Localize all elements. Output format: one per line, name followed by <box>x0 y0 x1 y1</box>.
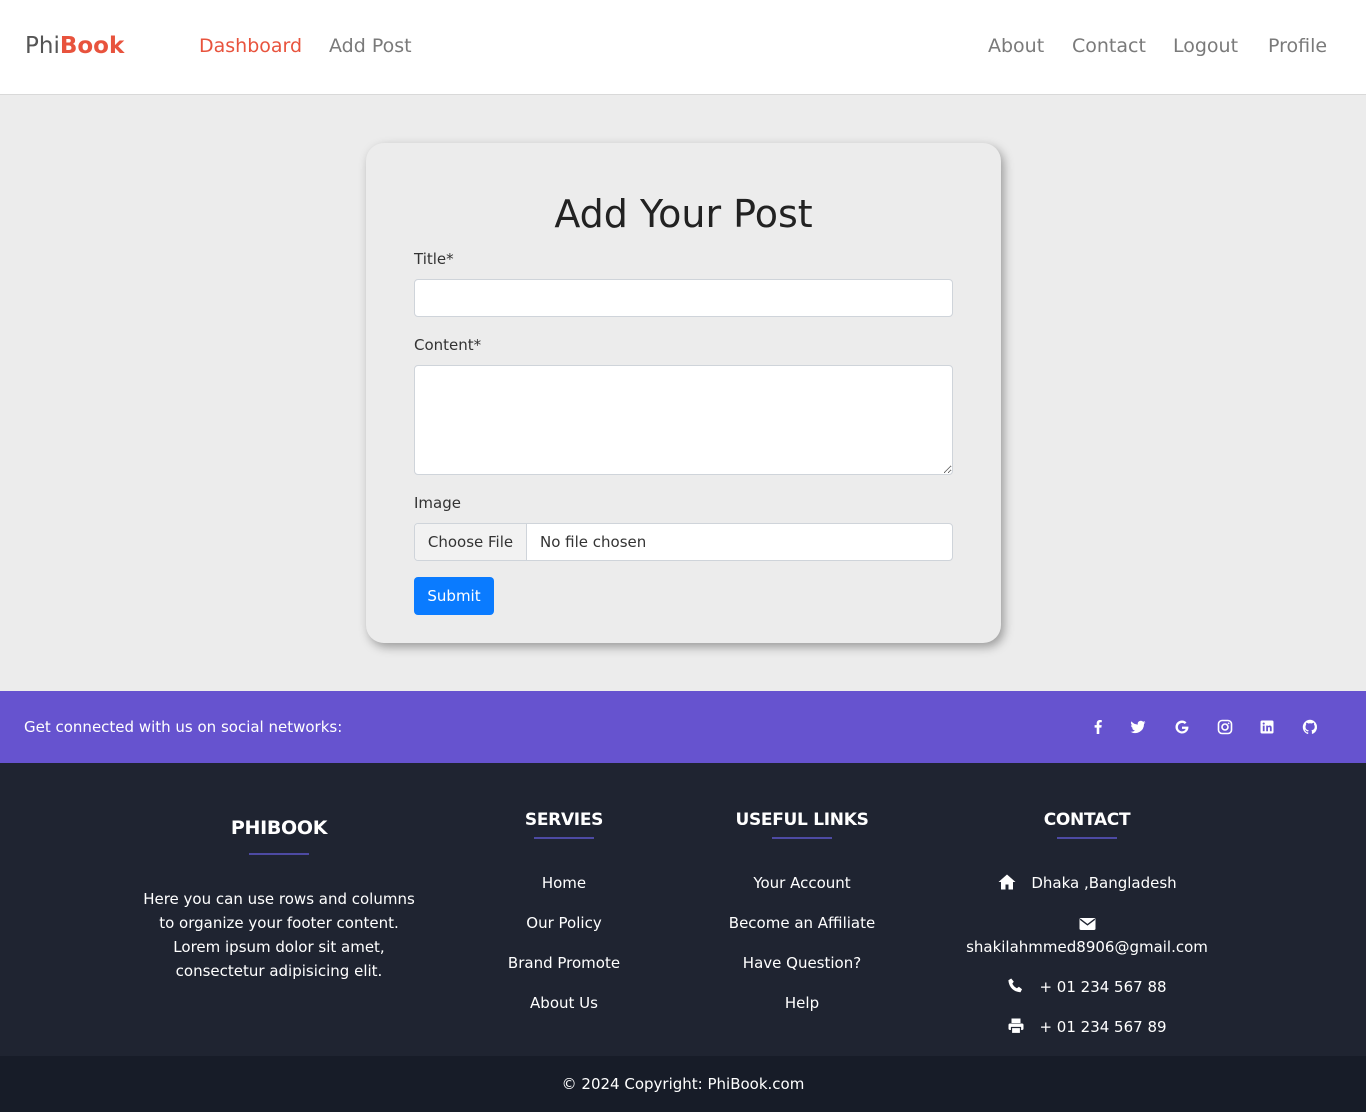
social-bar-text: Get connected with us on social networks… <box>24 718 343 736</box>
footer-useful-links-divider <box>772 837 832 839</box>
form-heading: Add Your Post <box>554 192 813 236</box>
facebook-icon[interactable] <box>1087 716 1109 738</box>
content-textarea[interactable] <box>414 365 953 475</box>
brand-part2: Book <box>59 33 125 59</box>
footer-link-help[interactable]: Help <box>707 993 897 1013</box>
footer-link-brand-promote[interactable]: Brand Promote <box>484 953 644 973</box>
title-label: Title* <box>414 250 454 268</box>
footer-link-about-us[interactable]: About Us <box>484 993 644 1013</box>
nav-about[interactable]: About <box>988 33 1044 59</box>
footer-useful-links-heading: USEFUL LINKS <box>735 810 869 830</box>
nav-add-post[interactable]: Add Post <box>329 33 412 59</box>
contact-phone: + 01 234 567 88 <box>956 977 1218 997</box>
nav-contact[interactable]: Contact <box>1072 33 1146 59</box>
copyright-bar: © 2024 Copyright: PhiBook.com <box>0 1056 1366 1112</box>
social-bar: Get connected with us on social networks… <box>0 691 1366 763</box>
nav-dashboard[interactable]: Dashboard <box>199 33 302 59</box>
navbar: PhiBook Dashboard Add Post About Contact… <box>0 0 1366 95</box>
footer-about-heading: PHIBOOK <box>230 817 328 839</box>
footer-about-text: Here you can use rows and columns to org… <box>143 890 415 980</box>
home-icon <box>998 874 1016 890</box>
add-post-card: Add Your Post Title* Content* Image Choo… <box>366 143 1001 643</box>
file-status: No file chosen <box>540 533 647 551</box>
nav-logout[interactable]: Logout <box>1173 33 1238 59</box>
contact-email[interactable]: shakilahmmed8906@gmail.com <box>956 937 1218 957</box>
footer-services-divider <box>534 837 594 839</box>
printer-icon <box>1008 1018 1024 1035</box>
footer: PHIBOOK Here you can use rows and column… <box>0 763 1366 1056</box>
choose-file-button[interactable]: Choose File <box>415 524 527 560</box>
contact-address: Dhaka ,Bangladesh <box>956 873 1218 893</box>
image-label: Image <box>414 494 461 512</box>
submit-button[interactable]: Submit <box>414 577 494 615</box>
title-input[interactable] <box>414 279 953 317</box>
content-label: Content* <box>414 336 482 354</box>
footer-services-heading: SERVIES <box>524 810 604 830</box>
phone-icon <box>1008 978 1023 993</box>
footer-link-home[interactable]: Home <box>484 873 644 893</box>
brand-part1: Phi <box>25 33 60 59</box>
instagram-icon[interactable] <box>1214 716 1236 738</box>
brand-logo[interactable]: PhiBook <box>25 32 124 60</box>
footer-contact-heading: CONTACT <box>1043 810 1131 830</box>
google-icon[interactable] <box>1171 716 1193 738</box>
contact-address-text: Dhaka ,Bangladesh <box>1031 874 1177 892</box>
contact-fax: + 01 234 567 89 <box>956 1017 1218 1037</box>
footer-link-policy[interactable]: Our Policy <box>484 913 644 933</box>
contact-email-icon-row <box>956 913 1218 933</box>
github-icon[interactable] <box>1299 716 1321 738</box>
envelope-icon <box>1079 918 1095 930</box>
footer-contact-divider <box>1057 837 1117 839</box>
linkedin-icon[interactable] <box>1256 716 1278 738</box>
footer-link-have-question[interactable]: Have Question? <box>707 953 897 973</box>
footer-about-divider <box>249 853 309 855</box>
twitter-icon[interactable] <box>1127 716 1149 738</box>
contact-phone-text: + 01 234 567 88 <box>1039 978 1167 996</box>
footer-link-affiliate[interactable]: Become an Affiliate <box>707 913 897 933</box>
footer-link-your-account[interactable]: Your Account <box>707 873 897 893</box>
contact-fax-text: + 01 234 567 89 <box>1039 1018 1167 1036</box>
nav-profile[interactable]: Profile <box>1268 33 1327 59</box>
image-file-input[interactable]: Choose File No file chosen <box>414 523 953 561</box>
